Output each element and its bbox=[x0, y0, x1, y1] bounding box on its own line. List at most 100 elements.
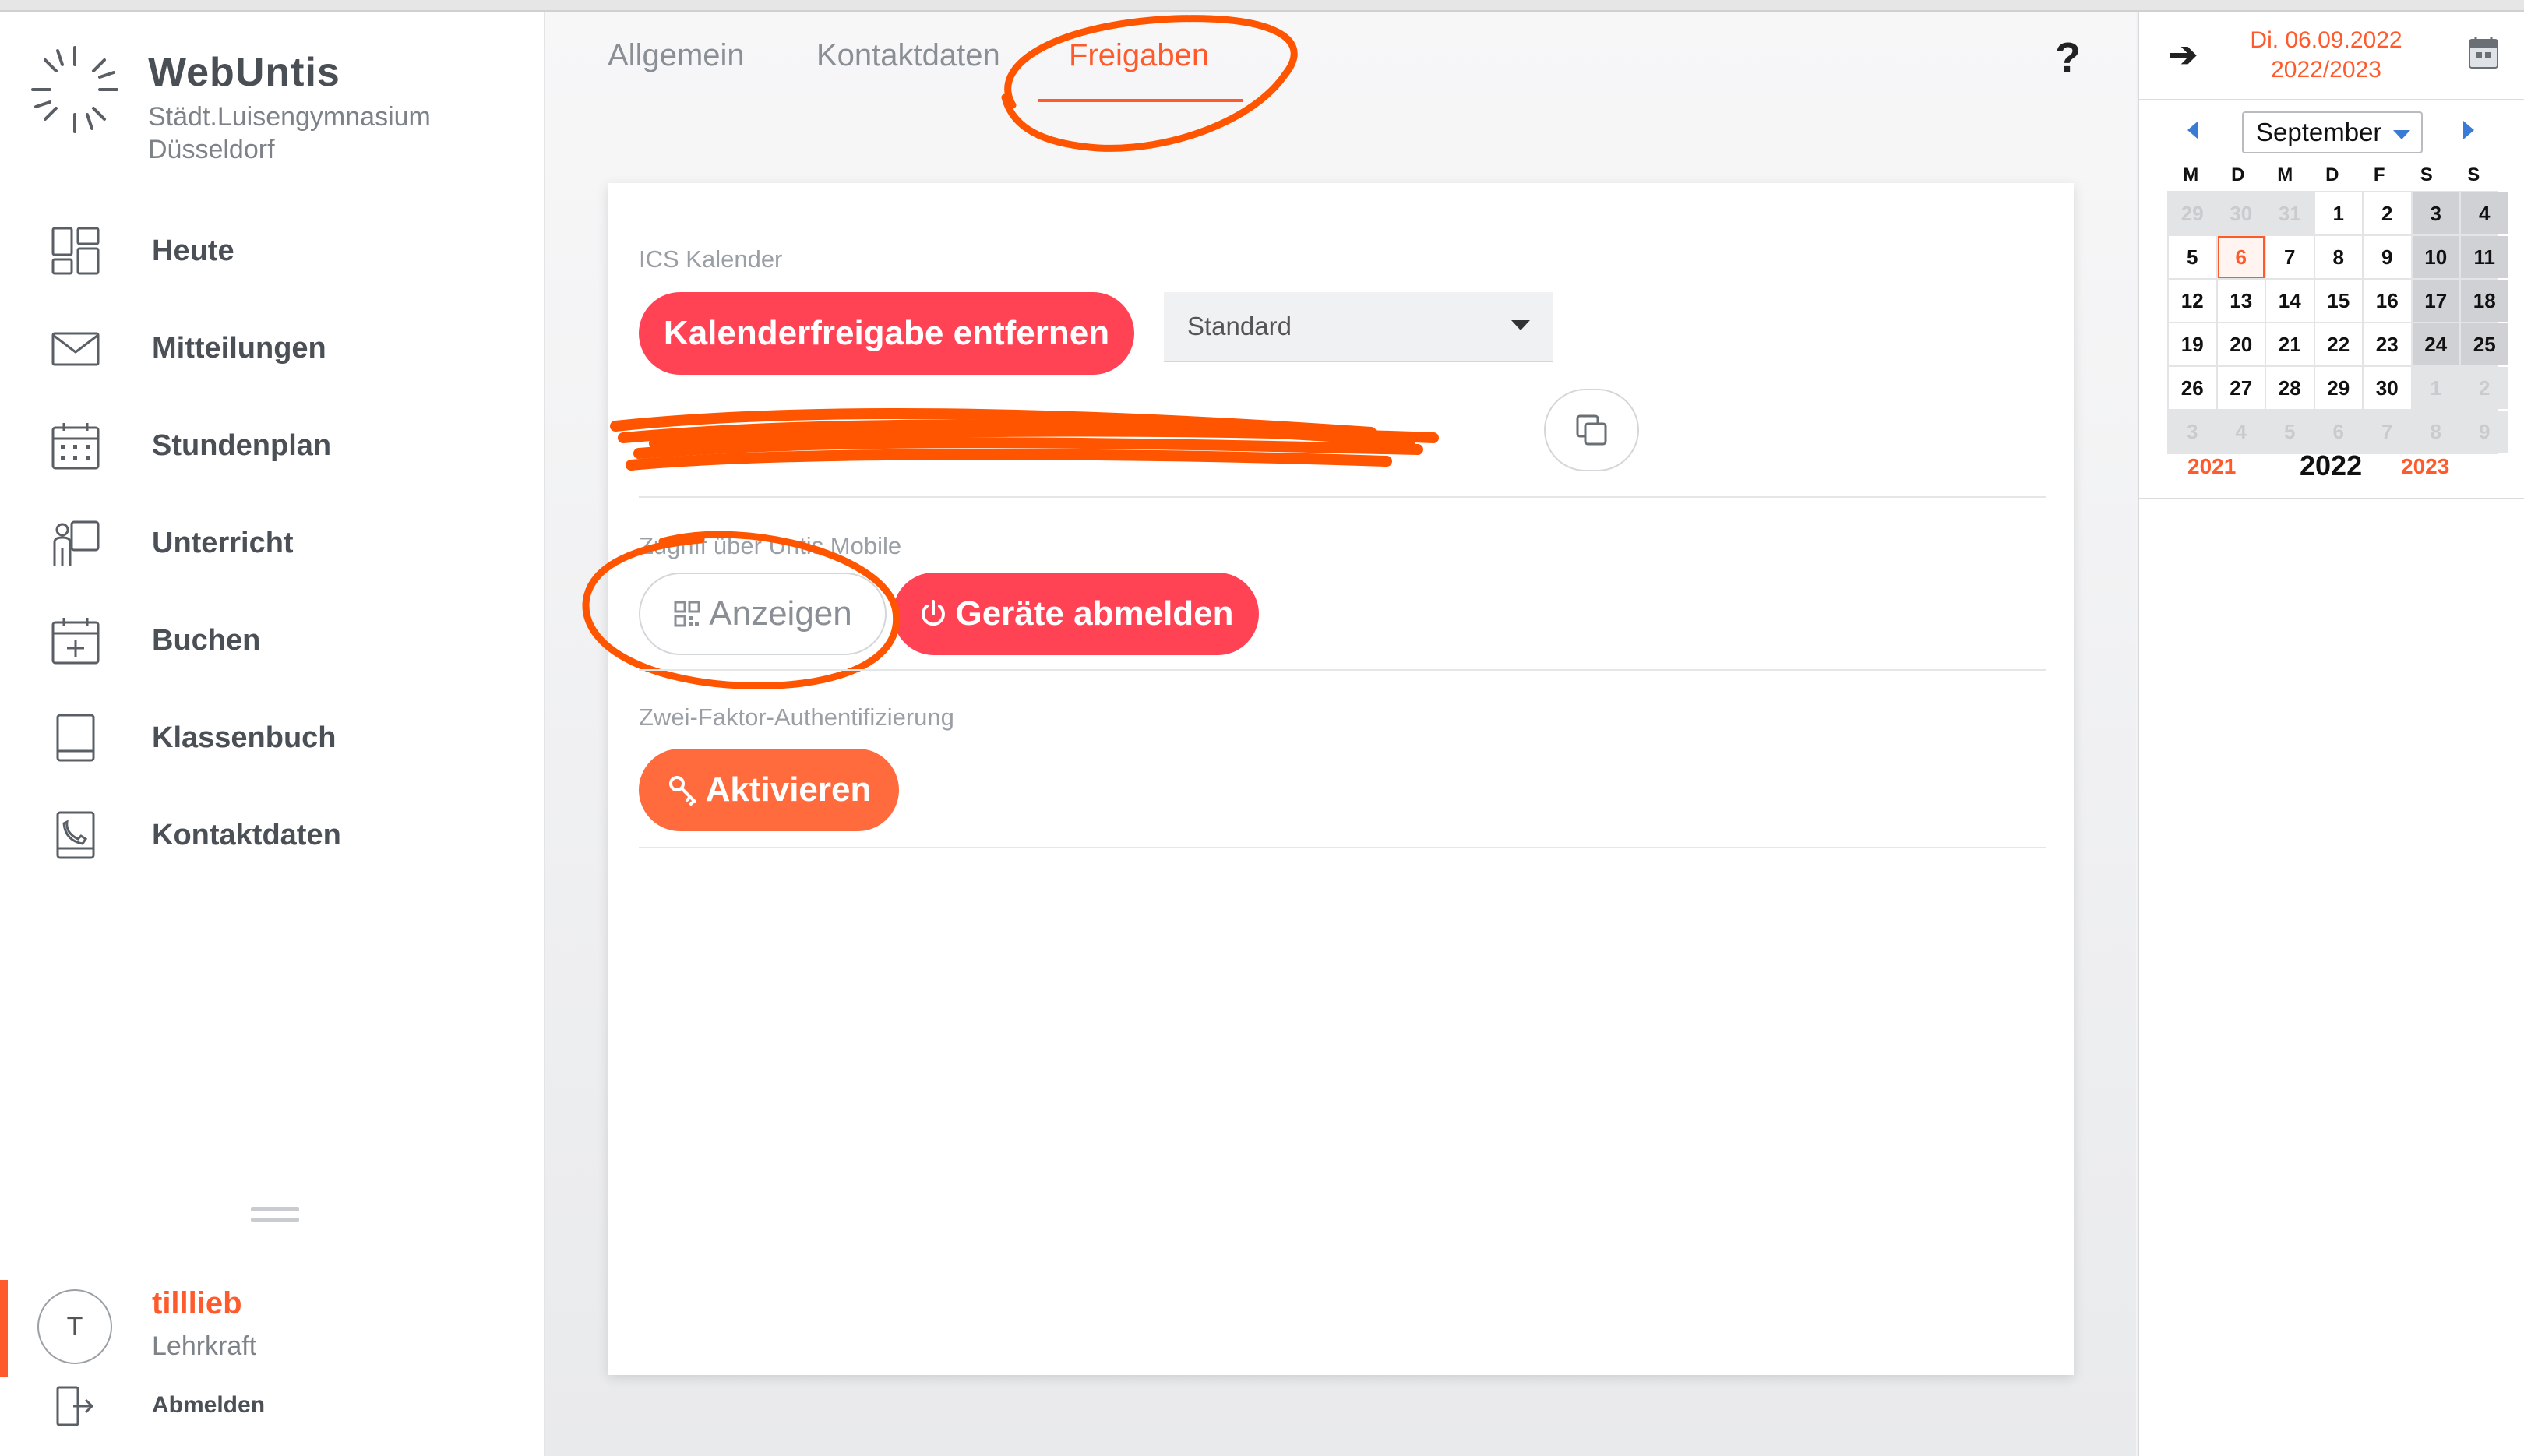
calendar-day[interactable]: 5 bbox=[2266, 411, 2314, 453]
tab-kontaktdaten[interactable]: Kontaktdaten bbox=[816, 38, 1000, 73]
calendar-day[interactable]: 1 bbox=[2412, 367, 2459, 409]
divider bbox=[639, 496, 2046, 498]
calendar-day[interactable]: 9 bbox=[2461, 411, 2508, 453]
calendar-day[interactable]: 31 bbox=[2266, 192, 2314, 234]
calendar-day[interactable]: 2 bbox=[2364, 192, 2411, 234]
next-month-icon[interactable] bbox=[2463, 121, 2474, 139]
caret-down-icon bbox=[1511, 320, 1530, 330]
month-select[interactable]: September bbox=[2242, 111, 2423, 153]
sidebar-item-unterricht[interactable]: Unterricht bbox=[0, 504, 544, 582]
sidebar-resize-handle[interactable] bbox=[251, 1207, 299, 1225]
user-active-indicator bbox=[0, 1280, 8, 1377]
calendar-day[interactable]: 1 bbox=[2314, 192, 2362, 234]
calendar-day[interactable]: 4 bbox=[2461, 192, 2508, 234]
divider bbox=[2139, 498, 2524, 499]
calendar-day[interactable]: 23 bbox=[2364, 323, 2411, 365]
sidebar-item-label: Stundenplan bbox=[152, 428, 332, 462]
calendar-day[interactable]: 29 bbox=[2169, 192, 2216, 234]
calendar-day[interactable]: 11 bbox=[2461, 236, 2508, 278]
logout-devices-button[interactable]: Geräte abmelden bbox=[893, 573, 1259, 655]
calendar-day[interactable]: 21 bbox=[2266, 323, 2314, 365]
school-name: Städt.Luisengymnasium Düsseldorf bbox=[148, 100, 431, 166]
calendar-icon[interactable] bbox=[2468, 35, 2499, 69]
sidebar-item-klassenbuch[interactable]: Klassenbuch bbox=[0, 699, 544, 777]
calendar-day[interactable]: 24 bbox=[2412, 323, 2459, 365]
calendar-day[interactable]: 4 bbox=[2217, 411, 2265, 453]
weekday-header: F bbox=[2373, 164, 2385, 185]
calendar-day[interactable]: 8 bbox=[2314, 236, 2362, 278]
logout-link[interactable]: Abmelden bbox=[152, 1392, 265, 1419]
weekday-header-row: MDMDFSS bbox=[2167, 160, 2498, 191]
sidebar-item-stundenplan[interactable]: Stundenplan bbox=[0, 407, 544, 485]
calendar-day[interactable]: 30 bbox=[2364, 367, 2411, 409]
calendar-day[interactable]: 9 bbox=[2364, 236, 2411, 278]
calendar-day[interactable]: 18 bbox=[2461, 280, 2508, 322]
show-qr-button[interactable]: Anzeigen bbox=[639, 573, 887, 655]
mini-calendar: MDMDFSS 29 30 31 1 2 3 4 5 6 7 8 9 10 11 12 13 14 15 16 17 1… bbox=[2167, 160, 2508, 454]
logout-devices-label: Geräte abmelden bbox=[955, 594, 1234, 633]
sidebar-item-label: Mitteilungen bbox=[152, 331, 326, 365]
calendar-day[interactable]: 29 bbox=[2314, 367, 2362, 409]
activate-2fa-button[interactable]: Aktivieren bbox=[639, 749, 899, 831]
calendar-day[interactable]: 16 bbox=[2364, 280, 2411, 322]
calendar-day[interactable]: 6 bbox=[2314, 411, 2362, 453]
redaction-scribble bbox=[610, 408, 1439, 471]
calendar-day[interactable]: 30 bbox=[2217, 192, 2265, 234]
sidebar-item-buchen[interactable]: Buchen bbox=[0, 601, 544, 679]
sidebar-item-label: Buchen bbox=[152, 623, 261, 657]
mobile-section-label: Zugriff über Untis Mobile bbox=[639, 532, 902, 559]
calendar-day[interactable]: 3 bbox=[2169, 411, 2216, 453]
user-name[interactable]: tilllieb bbox=[152, 1286, 242, 1321]
chevron-down-icon bbox=[2393, 130, 2410, 139]
calendar-day[interactable]: 22 bbox=[2314, 323, 2362, 365]
calendar-day[interactable]: 28 bbox=[2266, 367, 2314, 409]
sidebar-item-label: Unterricht bbox=[152, 526, 294, 559]
calendar-day[interactable]: 27 bbox=[2217, 367, 2265, 409]
calendar-day[interactable]: 20 bbox=[2217, 323, 2265, 365]
dashboard-icon bbox=[51, 227, 100, 275]
sidebar-item-kontaktdaten[interactable]: Kontaktdaten bbox=[0, 796, 544, 874]
sidebar-item-mitteilungen[interactable]: Mitteilungen bbox=[0, 309, 544, 387]
calendar-day[interactable]: 7 bbox=[2266, 236, 2314, 278]
calendar-day[interactable]: 15 bbox=[2314, 280, 2362, 322]
calendar-days: 29 30 31 1 2 3 4 5 6 7 8 9 10 11 12 13 14 15 16 17 18 19 20 21 2… bbox=[2167, 191, 2508, 454]
calendar-day[interactable]: 12 bbox=[2169, 280, 2216, 322]
calendar-day[interactable]: 17 bbox=[2412, 280, 2459, 322]
weekday-header: M bbox=[2183, 164, 2199, 185]
calendar-day[interactable]: 5 bbox=[2169, 236, 2216, 278]
next-year[interactable]: 2023 bbox=[2401, 454, 2449, 479]
activate-2fa-label: Aktivieren bbox=[705, 770, 872, 809]
sidebar-item-label: Heute bbox=[152, 234, 234, 267]
calendar-day[interactable]: 26 bbox=[2169, 367, 2216, 409]
date-panel: ➔ Di. 06.09.2022 2022/2023 September M D M… bbox=[2138, 12, 2524, 1456]
avatar[interactable]: T bbox=[37, 1289, 112, 1364]
calendar-day[interactable]: 2 bbox=[2461, 367, 2508, 409]
tab-allgemein[interactable]: Allgemein bbox=[608, 38, 745, 73]
tab-bar: Allgemein Kontaktdaten Freigaben ? bbox=[545, 12, 2136, 105]
twofa-section-label: Zwei-Faktor-Authentifizierung bbox=[639, 703, 954, 731]
calendar-day[interactable]: 3 bbox=[2412, 192, 2459, 234]
calendar-day[interactable]: 13 bbox=[2217, 280, 2265, 322]
arrow-right-icon[interactable]: ➔ bbox=[2169, 35, 2198, 75]
school-line-1: Städt.Luisengymnasium bbox=[148, 102, 431, 132]
tab-freigaben[interactable]: Freigaben bbox=[1069, 38, 1209, 73]
help-button[interactable]: ? bbox=[2055, 33, 2081, 82]
sidebar-item-label: Klassenbuch bbox=[152, 721, 337, 754]
prev-year[interactable]: 2021 bbox=[2187, 454, 2236, 479]
remove-calendar-share-button[interactable]: Kalenderfreigabe entfernen bbox=[639, 292, 1134, 375]
main-content: Allgemein Kontaktdaten Freigaben ? ICS K… bbox=[545, 12, 2136, 1456]
prev-month-icon[interactable] bbox=[2187, 121, 2198, 139]
weekday-header: D bbox=[2325, 164, 2339, 185]
calendar-day[interactable]: 14 bbox=[2266, 280, 2314, 322]
calendar-day[interactable]: 10 bbox=[2412, 236, 2459, 278]
calendar-day[interactable]: 25 bbox=[2461, 323, 2508, 365]
calendar-type-select[interactable]: Standard bbox=[1164, 292, 1553, 362]
calendar-day-today[interactable]: 6 bbox=[2217, 236, 2265, 278]
weekday-header: S bbox=[2420, 164, 2433, 185]
logout-icon[interactable] bbox=[53, 1384, 97, 1428]
calendar-day[interactable]: 19 bbox=[2169, 323, 2216, 365]
calendar-day[interactable]: 8 bbox=[2412, 411, 2459, 453]
calendar-day[interactable]: 7 bbox=[2364, 411, 2411, 453]
copy-link-button[interactable] bbox=[1544, 389, 1639, 471]
sidebar-item-heute[interactable]: Heute bbox=[0, 212, 544, 290]
